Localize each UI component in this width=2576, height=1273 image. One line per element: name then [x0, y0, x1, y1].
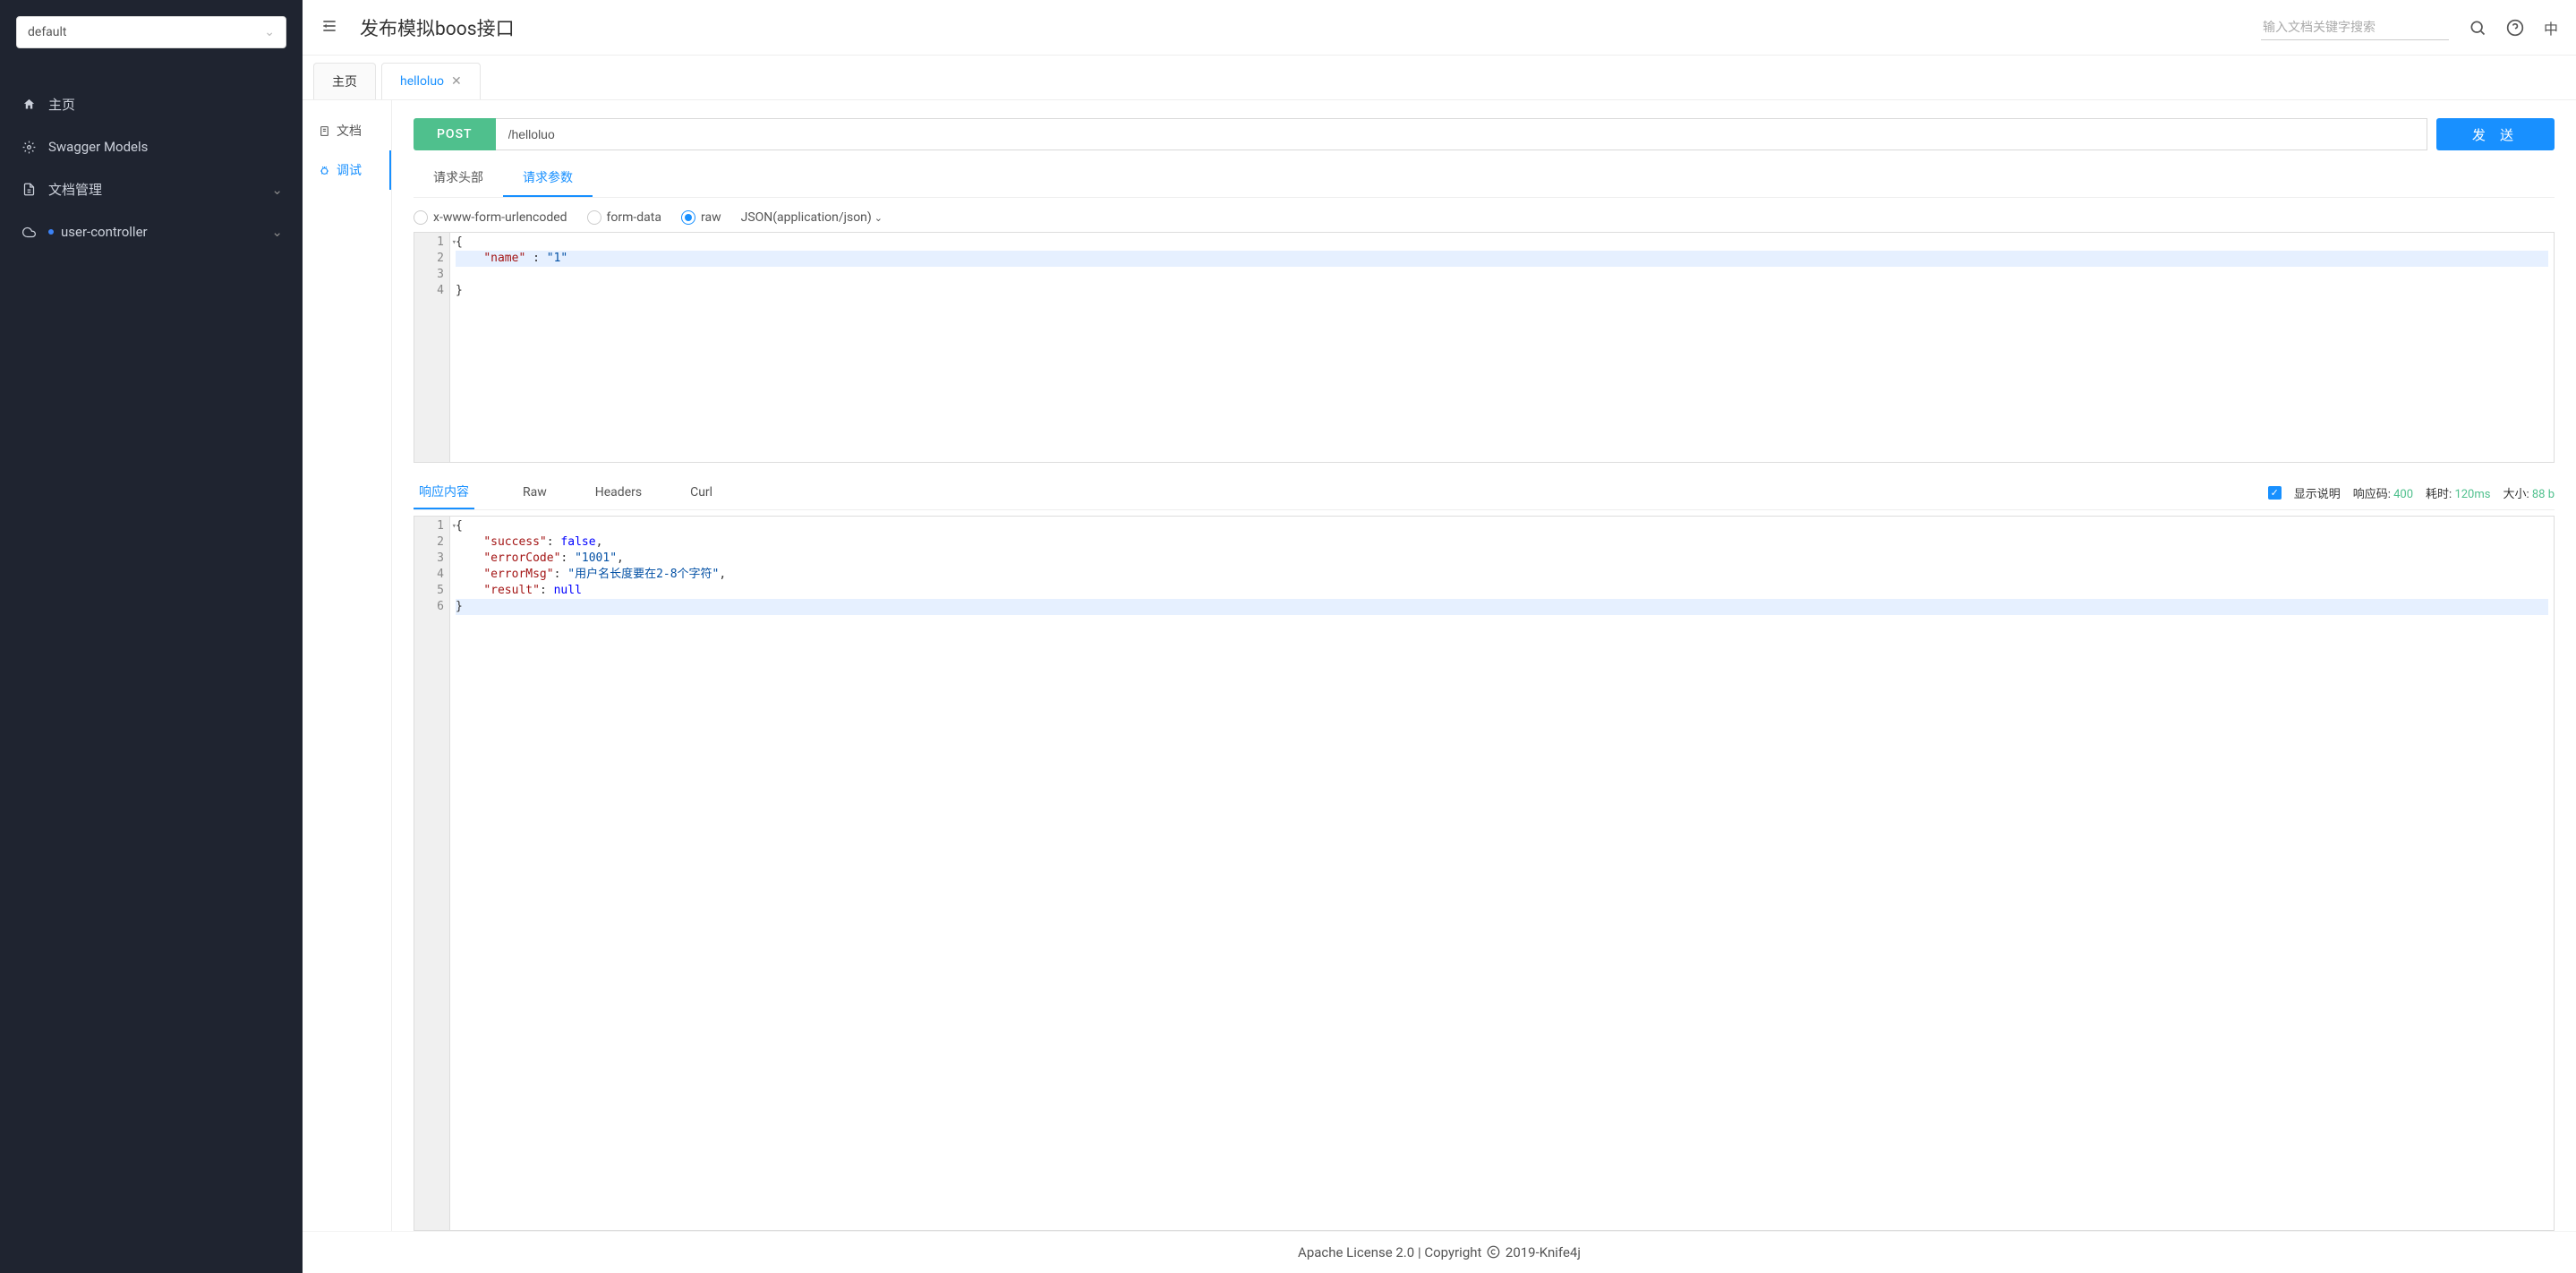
resp-tab-headers[interactable]: Headers [595, 478, 642, 507]
help-icon[interactable] [2506, 19, 2524, 37]
footer: Apache License 2.0 | Copyright 2019-Knif… [303, 1231, 2576, 1273]
resp-time-value: 120ms [2454, 488, 2490, 501]
sub-tab-headers[interactable]: 请求头部 [414, 159, 503, 197]
bug-icon [319, 165, 331, 176]
resp-size-value: 88 b [2532, 488, 2555, 501]
radio-form-urlencoded[interactable]: x-www-form-urlencoded [414, 210, 567, 225]
sidebar-item-label: user-controller [61, 224, 148, 240]
tabs-bar: 主页 helloluo ✕ [303, 56, 2576, 100]
sidebar-item-docs[interactable]: 文档管理 ⌄ [0, 167, 303, 211]
sidebar-menu: 主页 Swagger Models 文档管理 ⌄ user-controller… [0, 64, 303, 270]
request-body-editor[interactable]: 1234 { "name" : "1" } [414, 232, 2555, 463]
show-desc-label: 显示说明 [2294, 484, 2341, 501]
radio-raw[interactable]: raw [681, 210, 721, 225]
chevron-down-icon: ⌄ [271, 224, 283, 240]
request-bar: POST 发 送 [414, 118, 2555, 150]
side-tab-doc[interactable]: 文档 [303, 111, 391, 150]
side-tab-debug[interactable]: 调试 [303, 150, 391, 190]
resp-code-label: 响应码: [2353, 488, 2391, 501]
cloud-icon [20, 226, 38, 239]
document-icon [20, 183, 38, 196]
response-meta: 显示说明 响应码: 400 耗时: 120ms 大小: 88 b [2268, 484, 2555, 501]
api-icon [20, 141, 38, 154]
language-toggle[interactable]: 中 [2544, 17, 2558, 38]
group-select-value: default [28, 25, 67, 39]
close-icon[interactable]: ✕ [451, 74, 462, 89]
header: 发布模拟boos接口 中 [303, 0, 2576, 56]
resp-size-label: 大小: [2503, 488, 2529, 501]
sidebar-item-home[interactable]: 主页 [0, 82, 303, 126]
inner-side-tabs: 文档 调试 [303, 100, 392, 1231]
radio-form-data[interactable]: form-data [587, 210, 661, 225]
resp-tab-curl[interactable]: Curl [690, 478, 712, 507]
send-button[interactable]: 发 送 [2436, 118, 2555, 150]
response-tabs: 响应内容 Raw Headers Curl 显示说明 响应码: 400 耗时: … [414, 475, 2555, 510]
sidebar: default ⌄ 主页 Swagger Models 文档管理 ⌄ user-… [0, 0, 303, 1273]
chevron-down-icon: ⌄ [271, 182, 283, 198]
sidebar-item-swagger[interactable]: Swagger Models [0, 126, 303, 167]
resp-code-value: 400 [2393, 488, 2413, 501]
content-type-select[interactable]: JSON(application/json)⌄ [741, 210, 883, 225]
document-icon [319, 125, 331, 137]
home-icon [20, 98, 38, 111]
group-select[interactable]: default ⌄ [16, 16, 286, 48]
search-icon[interactable] [2469, 19, 2486, 37]
sidebar-item-label: 主页 [48, 95, 75, 114]
page-title: 发布模拟boos接口 [360, 14, 515, 41]
resp-tab-content[interactable]: 响应内容 [414, 475, 474, 509]
search-input[interactable] [2261, 14, 2449, 40]
debug-panel: POST 发 送 请求头部 请求参数 x-www-form-urlencoded… [392, 100, 2576, 1231]
main: 发布模拟boos接口 中 主页 helloluo ✕ 文档 [303, 0, 2576, 1273]
resp-tab-raw[interactable]: Raw [523, 478, 547, 507]
tab-label: 主页 [332, 73, 357, 90]
response-body-viewer[interactable]: 123456 { "success": false, "errorCode": … [414, 516, 2555, 1231]
tab-helloluo[interactable]: helloluo ✕ [381, 63, 481, 99]
resp-time-label: 耗时: [2426, 488, 2452, 501]
sidebar-item-label: Swagger Models [48, 139, 148, 155]
url-input[interactable] [496, 118, 2427, 150]
sub-tab-params[interactable]: 请求参数 [503, 159, 593, 197]
show-desc-checkbox[interactable] [2268, 486, 2282, 500]
sidebar-item-user-controller[interactable]: user-controller ⌄ [0, 211, 303, 252]
chevron-down-icon: ⌄ [874, 212, 883, 224]
side-tab-label: 文档 [337, 122, 362, 140]
tab-home[interactable]: 主页 [313, 63, 376, 99]
chevron-down-icon: ⌄ [264, 25, 275, 39]
request-sub-tabs: 请求头部 请求参数 [414, 159, 2555, 198]
method-badge: POST [414, 118, 496, 150]
tab-label: helloluo [400, 74, 444, 89]
copyright-icon [1487, 1245, 1500, 1259]
status-dot-icon [48, 229, 54, 235]
sidebar-collapse-button[interactable] [320, 17, 338, 38]
side-tab-label: 调试 [337, 161, 362, 179]
body-type-row: x-www-form-urlencoded form-data raw JSON… [414, 210, 2555, 225]
sidebar-item-label: 文档管理 [48, 180, 102, 199]
